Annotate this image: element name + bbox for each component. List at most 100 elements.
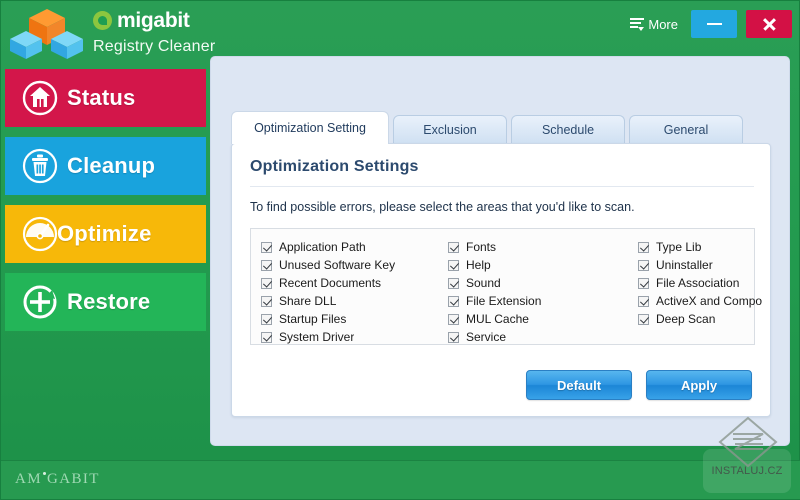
sidebar-item-optimize[interactable]: Optimize	[5, 205, 206, 263]
checkbox-icon[interactable]	[638, 314, 649, 325]
footer: AM GABIT	[1, 460, 800, 499]
checkbox-label: System Driver	[279, 330, 354, 344]
checkbox-icon[interactable]	[448, 278, 459, 289]
sidebar-item-restore[interactable]: Restore	[5, 273, 206, 331]
checkbox-item[interactable]: MUL Cache	[448, 310, 633, 328]
checkbox-item[interactable]: Deep Scan	[638, 310, 788, 328]
close-icon	[762, 17, 777, 32]
three-cubes-icon	[9, 7, 85, 59]
checkbox-icon[interactable]	[448, 296, 459, 307]
checkbox-icon[interactable]	[261, 278, 272, 289]
checkbox-label: Help	[466, 258, 491, 272]
window-controls: More	[626, 10, 792, 38]
home-icon	[19, 77, 61, 119]
brand-name: migabit	[117, 10, 190, 31]
checkbox-icon[interactable]	[261, 260, 272, 271]
checkbox-label: File Extension	[466, 294, 541, 308]
tab-label: General	[664, 123, 708, 137]
checkbox-label: Application Path	[279, 240, 366, 254]
action-buttons: Default Apply	[526, 370, 752, 400]
settings-card: Optimization Settings To find possible e…	[231, 143, 771, 417]
checkbox-icon[interactable]	[448, 314, 459, 325]
checkbox-icon[interactable]	[638, 242, 649, 253]
close-button[interactable]	[746, 10, 792, 38]
checkbox-icon[interactable]	[261, 332, 272, 343]
checkbox-icon[interactable]	[261, 242, 272, 253]
checkbox-item[interactable]: System Driver	[261, 328, 456, 346]
default-button-label: Default	[557, 378, 601, 393]
footer-brand-part1: AM	[15, 471, 42, 487]
checkbox-label: Share DLL	[279, 294, 336, 308]
page-description: To find possible errors, please select t…	[250, 200, 635, 214]
checkbox-item[interactable]: Unused Software Key	[261, 256, 456, 274]
sidebar-item-status[interactable]: Status	[5, 69, 206, 127]
application-window: migabit Registry Cleaner More	[0, 0, 800, 500]
title-divider	[250, 186, 754, 187]
tab-label: Optimization Setting	[254, 121, 366, 135]
checkbox-icon[interactable]	[448, 260, 459, 271]
checkbox-item[interactable]: File Association	[638, 274, 788, 292]
title-bar: migabit Registry Cleaner More	[1, 1, 800, 61]
apply-button[interactable]: Apply	[646, 370, 752, 400]
brand-block: migabit Registry Cleaner	[93, 7, 215, 56]
checkbox-item[interactable]: Sound	[448, 274, 633, 292]
tab-schedule[interactable]: Schedule	[511, 115, 625, 144]
checkbox-label: Startup Files	[279, 312, 346, 326]
checkbox-label: ActiveX and Compo	[656, 294, 762, 308]
checkbox-item[interactable]: Type Lib	[638, 238, 788, 256]
checkbox-item[interactable]: File Extension	[448, 292, 633, 310]
sidebar-item-cleanup[interactable]: Cleanup	[5, 137, 206, 195]
checkbox-item[interactable]: Uninstaller	[638, 256, 788, 274]
checkbox-label: Fonts	[466, 240, 496, 254]
instaluj-diamond-icon	[717, 415, 779, 471]
tab-general[interactable]: General	[629, 115, 743, 144]
checkbox-item[interactable]: Help	[448, 256, 633, 274]
tab-optimization-setting[interactable]: Optimization Setting	[231, 111, 389, 144]
checkbox-icon[interactable]	[638, 278, 649, 289]
more-label: More	[648, 17, 678, 32]
apply-button-label: Apply	[681, 378, 717, 393]
tab-label: Exclusion	[423, 123, 477, 137]
watermark: INSTALUJ.CZ	[703, 415, 791, 493]
checkbox-label: Unused Software Key	[279, 258, 395, 272]
checkbox-item[interactable]: Fonts	[448, 238, 633, 256]
checkbox-icon[interactable]	[638, 260, 649, 271]
checkbox-item[interactable]: Startup Files	[261, 310, 456, 328]
footer-brand-part2: GABIT	[47, 471, 100, 487]
checkbox-icon[interactable]	[261, 314, 272, 325]
more-button[interactable]: More	[626, 14, 682, 35]
default-button[interactable]: Default	[526, 370, 632, 400]
checkbox-item[interactable]: Share DLL	[261, 292, 456, 310]
checkbox-label: Recent Documents	[279, 276, 381, 290]
migabit-circle-icon	[93, 11, 112, 30]
sidebar-item-label: Cleanup	[67, 153, 155, 179]
watermark-text: INSTALUJ.CZ	[703, 465, 791, 477]
gauge-icon	[19, 213, 61, 255]
minimize-icon	[707, 23, 722, 25]
checkbox-icon[interactable]	[448, 242, 459, 253]
checkbox-label: Type Lib	[656, 240, 701, 254]
checkbox-label: Uninstaller	[656, 258, 713, 272]
checkbox-icon[interactable]	[448, 332, 459, 343]
minimize-button[interactable]	[691, 10, 737, 38]
checkbox-item[interactable]: Recent Documents	[261, 274, 456, 292]
tab-label: Schedule	[542, 123, 594, 137]
scan-areas-column-1: Application Path Unused Software Key Rec…	[261, 238, 456, 346]
checkbox-item[interactable]: Application Path	[261, 238, 456, 256]
checkbox-icon[interactable]	[638, 296, 649, 307]
sidebar: Status Cleanup	[5, 69, 206, 341]
tab-exclusion[interactable]: Exclusion	[393, 115, 507, 144]
checkbox-item[interactable]: ActiveX and Compo	[638, 292, 788, 310]
page-title: Optimization Settings	[250, 158, 419, 176]
scan-areas-column-3: Type Lib Uninstaller File Association Ac…	[638, 238, 788, 328]
sidebar-item-label: Restore	[67, 289, 150, 315]
footer-brand: AM GABIT	[15, 471, 100, 488]
trash-icon	[19, 145, 61, 187]
sidebar-item-label: Optimize	[57, 221, 152, 247]
checkbox-label: Deep Scan	[656, 312, 715, 326]
checkbox-icon[interactable]	[261, 296, 272, 307]
scan-areas-group: Application Path Unused Software Key Rec…	[250, 228, 755, 345]
checkbox-item[interactable]: Service	[448, 328, 633, 346]
scan-areas-column-2: Fonts Help Sound File Extension	[448, 238, 633, 346]
checkbox-label: Service	[466, 330, 506, 344]
